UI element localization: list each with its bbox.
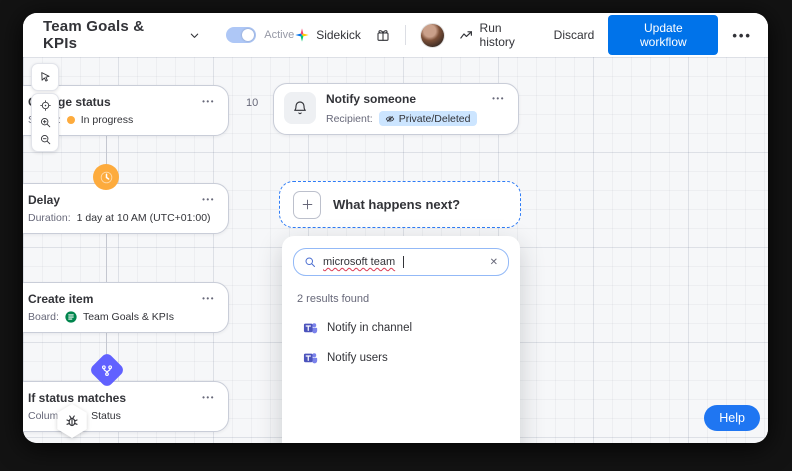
run-history-label: Run history: [479, 21, 515, 49]
badge-label: Private/Deleted: [398, 112, 471, 125]
node-create-item[interactable]: Create item ••• Board: Team Goals & KPIs: [23, 282, 229, 333]
zoom-out-button[interactable]: [39, 131, 52, 148]
discard-label: Discard: [553, 28, 595, 42]
zoom-in-icon: [40, 118, 50, 128]
zoom-toolbar: [31, 93, 59, 152]
avatar[interactable]: [419, 22, 445, 48]
edge-label: 10: [246, 97, 259, 109]
result-label: Notify users: [327, 351, 388, 364]
connector-line: [106, 134, 107, 165]
search-query: microsoft team: [323, 256, 396, 268]
search-result-notify-in-channel[interactable]: Notify in channel: [303, 320, 509, 335]
results-count: 2 results found: [297, 293, 370, 305]
run-history-button[interactable]: Run history: [459, 21, 540, 49]
node-menu-button[interactable]: •••: [202, 292, 215, 304]
trend-icon: [459, 30, 472, 39]
gift-icon: [377, 30, 389, 41]
field-label: Board:: [28, 311, 59, 323]
status-dot: [66, 116, 75, 124]
field-label: Recipient:: [326, 112, 373, 125]
node-if-status-matches[interactable]: If status matches ••• Column: Status: [23, 381, 229, 432]
search-input[interactable]: microsoft team ✕: [293, 248, 509, 276]
node-title: Delay: [28, 193, 61, 207]
sparkle-icon: [295, 28, 309, 42]
app-window: Team Goals & KPIs Active Sidekick Run hi…: [23, 13, 768, 443]
header-divider: [404, 25, 406, 45]
board-icon: [65, 311, 77, 323]
clock-icon: [93, 164, 119, 190]
node-title: If status matches: [28, 391, 127, 405]
bell-icon: [284, 92, 316, 124]
node-menu-button[interactable]: •••: [492, 92, 505, 104]
connector-line: [106, 232, 107, 282]
teams-icon: [303, 323, 318, 334]
toggle-knob: [242, 29, 255, 41]
search-icon: [305, 257, 315, 267]
cursor-tool-button[interactable]: [31, 63, 59, 91]
chevron-down-icon[interactable]: [189, 30, 200, 41]
header-more-menu[interactable]: •••: [732, 28, 752, 43]
help-button[interactable]: Help: [704, 405, 760, 431]
action-search-panel: microsoft team ✕ 2 results found Notify …: [282, 236, 520, 443]
field-value: Team Goals & KPIs: [82, 311, 174, 323]
text-caret: [403, 256, 405, 268]
field-label: Duration:: [28, 212, 71, 224]
active-toggle[interactable]: [226, 27, 257, 43]
node-delay[interactable]: Delay ••• Duration: 1 day at 10 AM (UTC+…: [23, 183, 229, 234]
node-notify-someone[interactable]: Notify someone ••• Recipient: Private/De…: [273, 83, 519, 135]
target-icon: [39, 100, 51, 111]
sidekick-label: Sidekick: [316, 28, 361, 42]
node-menu-button[interactable]: •••: [202, 193, 215, 205]
zoom-out-icon: [40, 135, 50, 145]
field-value: In progress: [80, 114, 134, 126]
search-result-notify-users[interactable]: Notify users: [303, 350, 509, 365]
clear-search-button[interactable]: ✕: [490, 257, 498, 268]
gift-button[interactable]: [375, 27, 391, 43]
active-toggle-label: Active: [264, 29, 295, 41]
eye-off-icon: [385, 115, 394, 122]
cursor-icon: [41, 72, 50, 82]
header: Team Goals & KPIs Active Sidekick Run hi…: [23, 13, 768, 57]
sidekick-button[interactable]: Sidekick: [294, 27, 361, 43]
update-workflow-button[interactable]: Update workflow: [608, 15, 719, 55]
workflow-canvas[interactable]: Change status ••• Status: In progress 10…: [23, 57, 768, 443]
node-title: Notify someone: [326, 92, 417, 106]
node-menu-button[interactable]: •••: [202, 391, 215, 403]
bug-icon[interactable]: [56, 404, 88, 438]
node-menu-button[interactable]: •••: [202, 95, 215, 107]
node-title: Create item: [28, 292, 94, 306]
result-label: Notify in channel: [327, 321, 413, 334]
discard-button[interactable]: Discard: [554, 28, 595, 42]
fit-view-button[interactable]: [39, 97, 52, 114]
field-value: Status: [91, 410, 121, 422]
node-what-happens-next[interactable]: What happens next?: [279, 181, 521, 228]
plus-icon: [293, 190, 321, 219]
field-value: 1 day at 10 AM (UTC+01:00): [76, 212, 211, 224]
teams-icon: [303, 353, 318, 364]
node-title: What happens next?: [333, 197, 461, 212]
recipient-badge[interactable]: Private/Deleted: [378, 111, 477, 126]
zoom-in-button[interactable]: [39, 114, 52, 131]
page-title: Team Goals & KPIs: [43, 18, 145, 52]
